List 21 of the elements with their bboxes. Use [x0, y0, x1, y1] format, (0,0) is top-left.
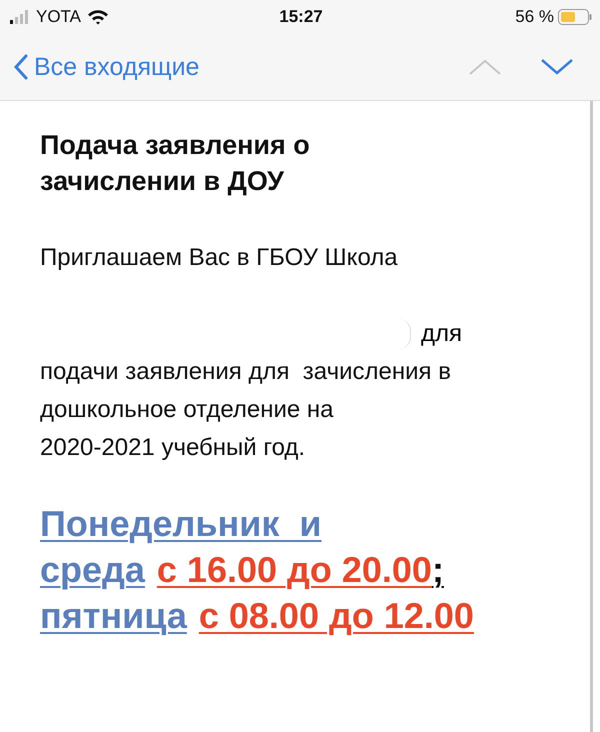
- battery-percent: 56 %: [515, 7, 554, 27]
- down-chevron-icon[interactable]: [540, 58, 574, 76]
- message-subject: Подача заявления о зачислении в ДОУ: [40, 129, 311, 198]
- back-button[interactable]: Все входящие: [14, 52, 200, 82]
- body-text: дошкольное отделение на: [40, 395, 335, 425]
- signal-icon: [10, 10, 30, 24]
- schedule-text: с 16.00 до 20.00: [156, 549, 432, 591]
- wifi-icon: [87, 9, 110, 25]
- schedule-text: ;: [432, 549, 444, 591]
- body-text: 2020-2021 учебный год.: [40, 433, 306, 463]
- body-text: подачи заявления для зачисления в: [40, 357, 452, 387]
- back-chevron-icon[interactable]: [14, 54, 28, 80]
- clock-time: 15:27: [279, 7, 323, 27]
- schedule-text: среда: [40, 549, 145, 591]
- schedule-text: Понедельник и: [40, 503, 322, 545]
- carrier-name: YOTA: [36, 7, 82, 27]
- battery-icon: [558, 9, 592, 25]
- schedule-text: пятница: [40, 595, 187, 637]
- body-text: для: [421, 320, 462, 348]
- schedule-text: с 08.00 до 12.00: [198, 595, 474, 637]
- body-text: Приглашаем Вас в ГБОУ Школа: [40, 243, 399, 273]
